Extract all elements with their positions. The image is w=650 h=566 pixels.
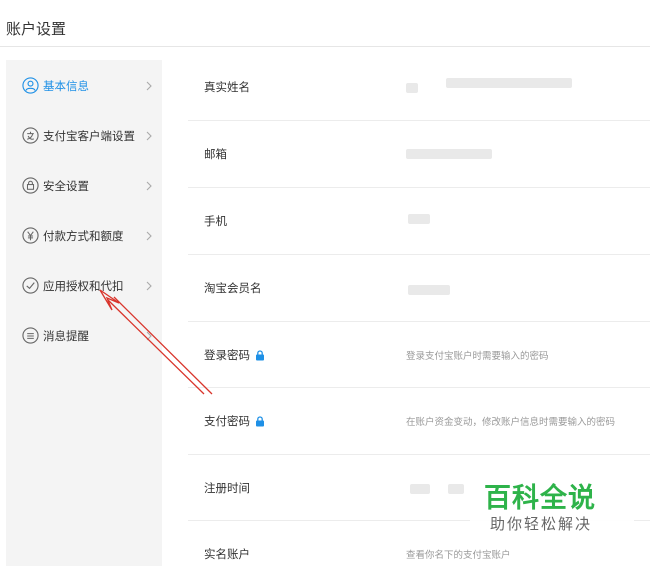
lock-circle-icon bbox=[22, 177, 39, 194]
row-label: 实名账户 bbox=[204, 547, 250, 561]
row-label: 登录密码 bbox=[204, 347, 265, 363]
sidebar-item-security[interactable]: 安全设置 bbox=[6, 168, 162, 204]
sidebar-item-label: 付款方式和额度 bbox=[43, 229, 124, 243]
chevron-right-icon bbox=[146, 281, 152, 291]
row-label: 邮箱 bbox=[204, 147, 227, 161]
row-label: 淘宝会员名 bbox=[204, 281, 262, 295]
masked-value bbox=[406, 149, 492, 159]
lock-icon bbox=[256, 415, 264, 426]
info-row-login-password: 登录密码 登录支付宝账户时需要输入的密码 bbox=[188, 322, 650, 388]
row-label: 注册时间 bbox=[204, 481, 250, 495]
info-row-email: 邮箱 bbox=[188, 121, 650, 187]
sidebar-item-app-authorization[interactable]: 应用授权和代扣 bbox=[6, 268, 162, 304]
sidebar-item-client-settings[interactable]: 支付宝客户端设置 bbox=[6, 118, 162, 154]
lock-icon bbox=[256, 349, 264, 360]
row-value: 查看你名下的支付宝账户 bbox=[406, 550, 511, 561]
row-label: 真实姓名 bbox=[204, 80, 250, 94]
sidebar-item-label: 基本信息 bbox=[43, 79, 89, 93]
sidebar-item-payment-methods[interactable]: 付款方式和额度 bbox=[6, 218, 162, 254]
title-divider bbox=[0, 46, 650, 47]
settings-sidebar: 基本信息 支付宝客户端设置 安全设置 付款方式和额度 应用授权和代扣 消息提醒 bbox=[6, 60, 162, 566]
chevron-right-icon bbox=[146, 231, 152, 241]
row-label: 手机 bbox=[204, 214, 227, 228]
client-icon bbox=[22, 127, 39, 144]
sidebar-item-label: 消息提醒 bbox=[43, 329, 89, 343]
check-circle-icon bbox=[22, 277, 39, 294]
row-label-text: 登录密码 bbox=[204, 348, 250, 362]
sidebar-item-label: 安全设置 bbox=[43, 179, 89, 193]
masked-value bbox=[408, 214, 430, 224]
watermark-subtitle: 助你轻松解决 bbox=[490, 515, 593, 533]
chevron-right-icon bbox=[146, 331, 152, 341]
row-label-text: 支付密码 bbox=[204, 414, 250, 428]
message-circle-icon bbox=[22, 327, 39, 344]
page-title: 账户设置 bbox=[6, 20, 67, 38]
masked-value bbox=[410, 484, 430, 494]
info-row-real-name: 真实姓名 bbox=[188, 54, 650, 120]
user-circle-icon bbox=[22, 77, 39, 94]
chevron-right-icon bbox=[146, 131, 152, 141]
sidebar-item-notifications[interactable]: 消息提醒 bbox=[6, 318, 162, 354]
masked-value bbox=[408, 285, 450, 295]
yuan-circle-icon bbox=[22, 227, 39, 244]
sidebar-item-label: 支付宝客户端设置 bbox=[43, 129, 135, 143]
info-row-payment-password: 支付密码 在账户资金变动，修改账户信息时需要输入的密码 bbox=[188, 388, 650, 454]
chevron-right-icon bbox=[146, 181, 152, 191]
info-row-taobao-name: 淘宝会员名 bbox=[188, 255, 650, 321]
row-label: 支付密码 bbox=[204, 413, 265, 429]
chevron-right-icon bbox=[146, 81, 152, 91]
row-value: 登录支付宝账户时需要输入的密码 bbox=[406, 351, 549, 362]
info-row-phone: 手机 bbox=[188, 188, 650, 254]
watermark-title: 百科全说 bbox=[484, 483, 596, 514]
masked-value bbox=[406, 83, 418, 93]
sidebar-item-basic-info[interactable]: 基本信息 bbox=[6, 68, 162, 104]
row-value: 在账户资金变动，修改账户信息时需要输入的密码 bbox=[406, 417, 616, 428]
sidebar-item-label: 应用授权和代扣 bbox=[43, 279, 124, 293]
masked-value bbox=[446, 78, 572, 88]
masked-value bbox=[448, 484, 464, 494]
